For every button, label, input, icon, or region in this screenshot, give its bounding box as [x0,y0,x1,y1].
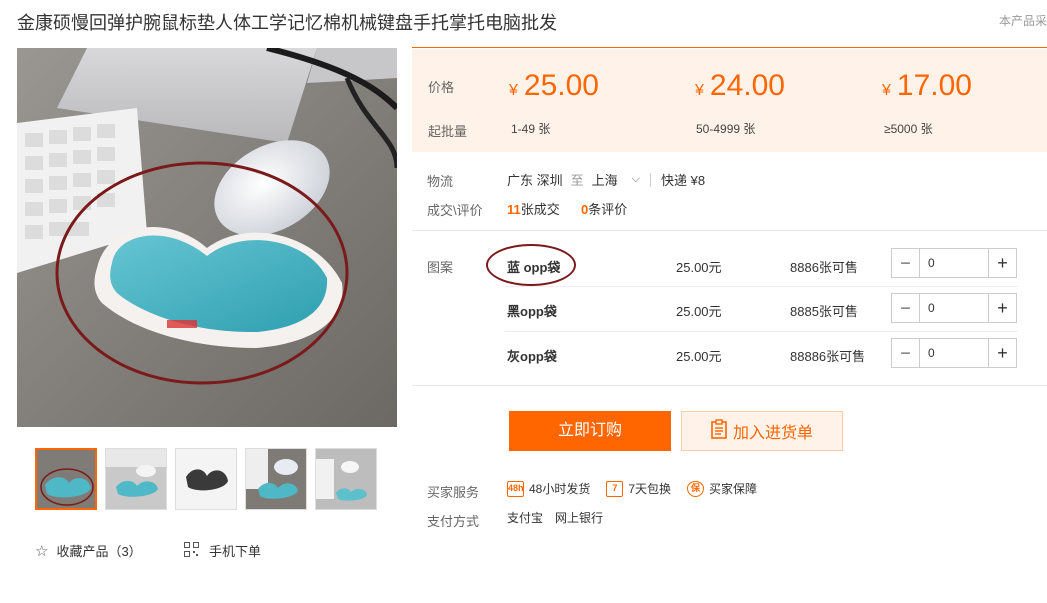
star-icon: ☆ [35,542,49,560]
add-to-cart-button[interactable]: 加入进货单 [681,411,843,451]
price-panel: 价格 起批量 ¥25.00 ¥24.00 ¥17.00 1-49 张 50-49… [412,49,1047,152]
service-item[interactable]: 保 买家保障 [687,480,757,497]
variant-price: 25.00元 [676,304,722,319]
pattern-label: 图案 [427,260,454,275]
thumbnail[interactable] [105,448,167,510]
decrease-button[interactable]: − [892,339,920,367]
separator [650,172,651,187]
thumbnail[interactable] [175,448,237,510]
quantity-input[interactable] [920,294,988,322]
deals-label: 成交\评价 [427,203,483,218]
ship-to-word: 至 [570,173,584,188]
favorite-product[interactable]: ☆ 收藏产品（3） [35,541,142,560]
variant-stock: 88886张可售 [790,349,866,364]
favorite-label: 收藏产品（3） [56,544,142,559]
chevron-down-icon: ⌵ [631,173,640,185]
divider [505,331,1018,332]
48h-shipping-icon: 48h [507,480,524,497]
tier-price: ¥25.00 [509,69,599,102]
ship-to: 上海 [591,173,618,188]
qr-code-icon [184,541,199,560]
increase-button[interactable]: + [988,249,1016,277]
services-label: 买家服务 [427,485,480,500]
buyer-services: 48h 48小时发货 7 7天包换 保 买家保障 [507,480,757,497]
ship-from: 广东 深圳 [507,173,563,188]
quantity-stepper: − + [891,338,1017,368]
main-product-image [17,48,397,427]
tier-price: ¥24.00 [695,69,785,102]
payment-methods: 支付宝 网上银行 [507,509,603,526]
thumbnail[interactable] [245,448,307,510]
clipboard-icon [711,418,727,444]
service-text: 48小时发货 [529,482,591,496]
divider [505,286,1018,287]
logistics-label: 物流 [427,174,454,189]
thumbnail[interactable] [315,448,377,510]
payment-label: 支付方式 [427,514,480,529]
deal-count-text: 张成交 [520,202,560,217]
service-item[interactable]: 48h 48小时发货 [507,480,590,497]
ship-to-select[interactable]: 上海 ⌵ [592,170,640,189]
quantity-input[interactable] [920,339,988,367]
variant-price: 25.00元 [676,349,722,364]
divider [412,47,1047,48]
price-label: 价格 [428,80,455,95]
mobile-order-label: 手机下单 [209,544,262,559]
payment-method: 支付宝 [507,511,544,525]
report-link[interactable]: 本产品采 [999,12,1047,29]
service-text: 买家保障 [709,482,758,496]
variant-price: 25.00元 [676,260,722,275]
moq-label: 起批量 [428,124,468,139]
increase-button[interactable]: + [988,294,1016,322]
thumbnail-strip [35,448,377,510]
payment-method: 网上银行 [555,511,604,525]
divider [412,385,1047,386]
decrease-button[interactable]: − [892,294,920,322]
variant-stock: 8885张可售 [790,304,858,319]
shipping-info: 广东 深圳 至 上海 ⌵ 快递 ¥8 [507,170,705,189]
mobile-order[interactable]: 手机下单 [184,541,261,560]
buyer-protection-icon: 保 [687,480,705,497]
buy-now-button[interactable]: 立即订购 [509,411,671,451]
variant-stock: 8886张可售 [790,260,858,275]
tier-qty: 1-49 张 [511,122,551,136]
express-fee: 快递 ¥8 [661,173,706,188]
divider [412,230,1047,231]
variant-name: 灰opp袋 [507,349,557,364]
deal-info: 11张成交 0条评价 [507,199,627,218]
add-to-cart-label: 加入进货单 [732,425,813,442]
tier-qty: 50-4999 张 [696,122,756,136]
7day-exchange-icon: 7 [606,480,624,497]
quantity-stepper: − + [891,248,1017,278]
increase-button[interactable]: + [988,339,1016,367]
variant-name: 蓝 opp袋 [507,260,561,275]
thumbnail[interactable] [35,448,97,510]
tier-qty: ≥5000 张 [884,122,933,136]
service-item[interactable]: 7 7天包换 [606,480,671,497]
variant-name: 黑opp袋 [507,304,557,319]
deal-count: 11 [507,202,521,217]
quantity-stepper: − + [891,293,1017,323]
tier-price: ¥17.00 [882,69,972,102]
product-title: 金康硕慢回弹护腕鼠标垫人体工学记忆棉机械键盘手托掌托电脑批发 [17,13,557,33]
decrease-button[interactable]: − [892,249,920,277]
service-text: 7天包换 [628,482,672,496]
review-count-text[interactable]: 条评价 [588,202,627,217]
quantity-input[interactable] [920,249,988,277]
